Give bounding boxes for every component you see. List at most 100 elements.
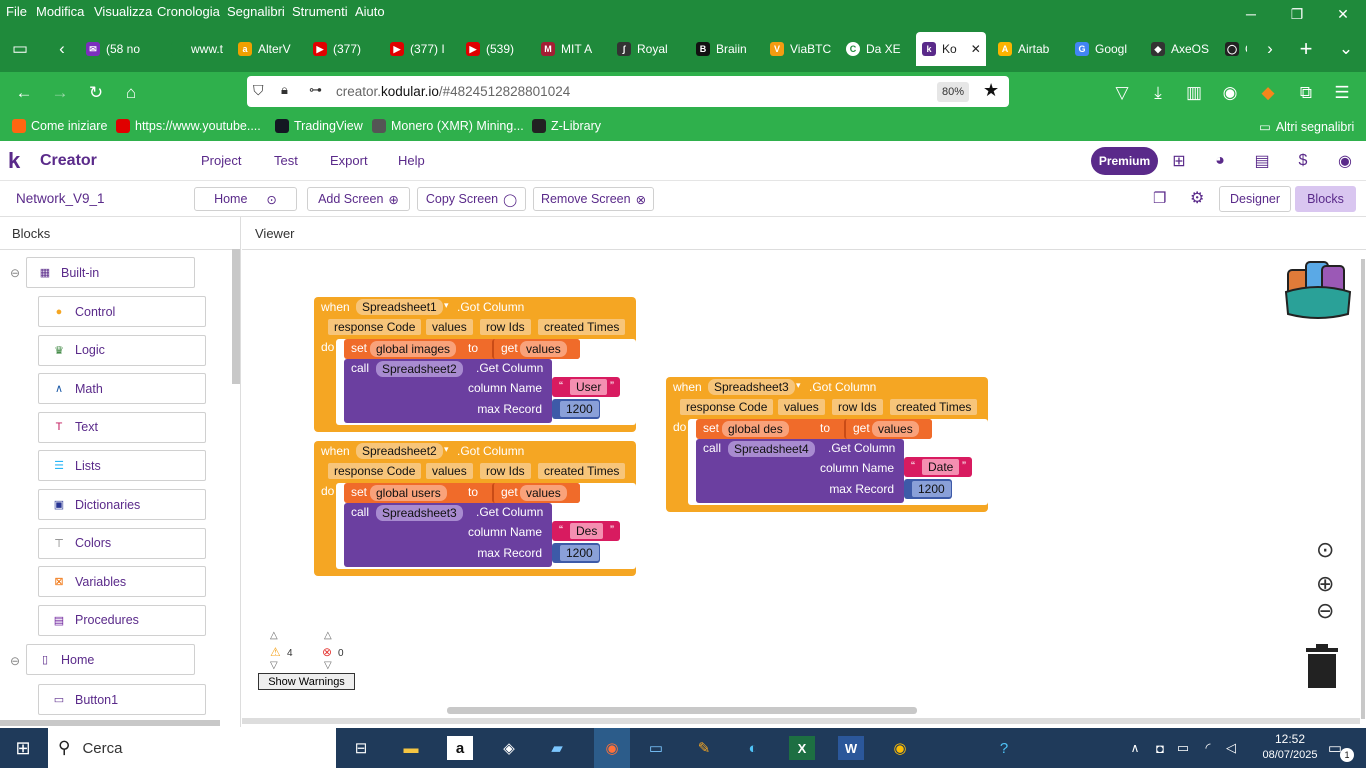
designer-button[interactable]: Designer <box>1219 186 1291 212</box>
tab-8[interactable]: B Braiin <box>696 32 762 66</box>
user-icon[interactable]: ◉ <box>1335 151 1355 171</box>
home-icon[interactable]: ⌂ <box>119 81 143 105</box>
viewer-v-scrollbar[interactable] <box>1361 259 1365 719</box>
menu-cronologia[interactable]: Cronologia <box>157 4 220 19</box>
tab-13[interactable]: G Googl <box>1075 32 1143 66</box>
set-variable[interactable]: global users <box>370 485 447 501</box>
extensions-icon[interactable]: ⧉ <box>1294 81 1318 105</box>
premium-button[interactable]: Premium <box>1091 147 1158 175</box>
app-icon-notes[interactable]: ▰ <box>544 736 570 760</box>
recenter-icon[interactable]: ⊙ <box>1316 537 1334 563</box>
amazon-icon[interactable]: a <box>447 736 473 760</box>
tab-scroll-left-icon[interactable]: ‹ <box>50 37 74 61</box>
event-param[interactable]: row Ids <box>480 319 531 335</box>
menu-export[interactable]: Export <box>330 153 368 168</box>
menu-file[interactable]: File <box>6 4 27 19</box>
zoom-in-icon[interactable]: ⊕ <box>1316 571 1334 597</box>
paint-icon[interactable]: ✎ <box>691 736 717 760</box>
panel-scrollbar[interactable] <box>232 249 240 384</box>
bookmark-star-icon[interactable]: ★ <box>983 80 999 101</box>
bookmark-1[interactable]: https://www.youtube.... <box>116 119 261 133</box>
windows-start-icon[interactable]: ⊞ <box>10 736 36 760</box>
text-value[interactable]: Des <box>570 523 604 539</box>
event-block-1[interactable]: when Spreadsheet2 ▾ .Got Column response Cod… <box>314 441 636 576</box>
text-value[interactable]: User <box>570 379 608 395</box>
tab-overview-icon[interactable]: ▭ <box>8 37 32 61</box>
tab-1[interactable]: www.t <box>171 32 233 66</box>
tab-10[interactable]: C Da XE <box>846 32 912 66</box>
event-block-0[interactable]: when Spreadsheet1 ▾ .Got Column response Cod… <box>314 297 636 432</box>
menu-test[interactable]: Test <box>274 153 298 168</box>
call-component[interactable]: Spreadsheet2 <box>376 361 463 377</box>
set-variable[interactable]: global images <box>370 341 457 357</box>
event-param[interactable]: created Times <box>890 399 978 415</box>
dropdown-icon[interactable]: ▾ <box>444 444 449 455</box>
pocket-icon[interactable]: ▽ <box>1110 81 1134 105</box>
event-param[interactable]: response Code <box>328 463 422 479</box>
bookmark-0[interactable]: Come iniziare <box>12 119 107 133</box>
app-icon-gamepad[interactable]: ◈ <box>496 736 522 760</box>
zoom-out-icon[interactable]: ⊖ <box>1316 598 1334 624</box>
category-dictionaries[interactable]: ▣ Dictionaries <box>38 489 206 520</box>
get-variable[interactable]: values <box>520 341 567 357</box>
tab-9[interactable]: V ViaBTC <box>770 32 838 66</box>
trash-icon[interactable] <box>1304 644 1340 690</box>
get-variable[interactable]: values <box>520 485 567 501</box>
other-bookmarks[interactable]: ▭ Altri segnalibri <box>1259 119 1354 135</box>
tab-4[interactable]: ▶ (377) I <box>390 32 460 66</box>
back-icon[interactable]: ← <box>12 81 36 105</box>
text-value[interactable]: Date <box>922 459 960 475</box>
tab-7[interactable]: ∫ Royal <box>617 32 685 66</box>
set-variable[interactable]: global des <box>722 421 789 437</box>
add-screen-button[interactable]: Add Screen ⊕ <box>307 187 410 211</box>
minimize-icon[interactable]: ─ <box>1228 0 1274 28</box>
gallery-icon[interactable]: ❐ <box>1153 189 1166 207</box>
dropdown-icon[interactable]: ▾ <box>796 380 801 391</box>
menu-help[interactable]: Help <box>398 153 425 168</box>
app-icon-desktop[interactable]: ▭ <box>643 736 669 760</box>
battery-icon[interactable]: ▭ <box>1170 736 1196 760</box>
event-component[interactable]: Spreadsheet3 <box>708 379 795 395</box>
event-param[interactable]: created Times <box>538 463 626 479</box>
reload-icon[interactable]: ↻ <box>84 81 108 105</box>
sidebar-icon[interactable]: ▥ <box>1182 81 1206 105</box>
event-param[interactable]: values <box>778 399 825 415</box>
tab-scroll-right-icon[interactable]: › <box>1258 37 1282 61</box>
category-logic[interactable]: ♛ Logic <box>38 334 206 366</box>
close-tab-icon[interactable]: ✕ <box>971 42 981 56</box>
account-icon[interactable]: ◉ <box>1218 81 1242 105</box>
app-icon-wave[interactable]: ◐ <box>740 736 766 760</box>
warning-prev-icon[interactable]: △ <box>270 630 278 641</box>
blocks-viewer[interactable]: Viewer when Spreadsheet1 ▾ .Got Column respo… <box>242 217 1366 727</box>
download-icon[interactable]: ⤓ <box>1146 81 1170 105</box>
new-tab-icon[interactable]: + <box>1294 36 1318 61</box>
event-component[interactable]: Spreadsheet1 <box>356 299 443 315</box>
clock-date[interactable]: 08/07/2025 <box>1258 749 1322 761</box>
forward-icon[interactable]: → <box>48 81 72 105</box>
tab-11[interactable]: k Ko ✕ <box>916 32 986 66</box>
menu-segnalibri[interactable]: Segnalibri <box>227 4 285 19</box>
app-menu-icon[interactable]: ☰ <box>1330 81 1354 105</box>
menu-strumenti[interactable]: Strumenti <box>292 4 348 19</box>
error-prev-icon[interactable]: △ <box>324 630 332 641</box>
tray-chevron-icon[interactable]: ∧ <box>1122 736 1148 760</box>
firefox-icon[interactable]: ◉ <box>594 728 630 768</box>
home-screen-dropdown[interactable]: Home ⊙ <box>194 187 297 211</box>
docs-icon[interactable]: ▤ <box>1252 151 1272 171</box>
event-param[interactable]: response Code <box>680 399 774 415</box>
tab-3[interactable]: ▶ (377) <box>313 32 381 66</box>
number-value[interactable]: 1200 <box>912 481 951 497</box>
category-variables[interactable]: ⊠ Variables <box>38 566 206 598</box>
excel-icon[interactable]: X <box>789 736 815 760</box>
menu-project[interactable]: Project <box>201 153 241 168</box>
event-component[interactable]: Spreadsheet2 <box>356 443 443 459</box>
address-bar[interactable]: ⛉ 🔒︎ ⊶ creator.kodular.io/#4824512828801… <box>247 76 1009 107</box>
get-variable[interactable]: values <box>872 421 919 437</box>
copy-screen-button[interactable]: Copy Screen ◯ <box>417 187 526 211</box>
zoom-level[interactable]: 80% <box>937 82 969 102</box>
event-param[interactable]: created Times <box>538 319 626 335</box>
event-param[interactable]: response Code <box>328 319 422 335</box>
bookmark-2[interactable]: TradingView <box>275 119 363 133</box>
shield-icon[interactable]: ⛉ <box>253 82 264 99</box>
collapse-home-icon[interactable]: ⊖ <box>10 654 20 668</box>
